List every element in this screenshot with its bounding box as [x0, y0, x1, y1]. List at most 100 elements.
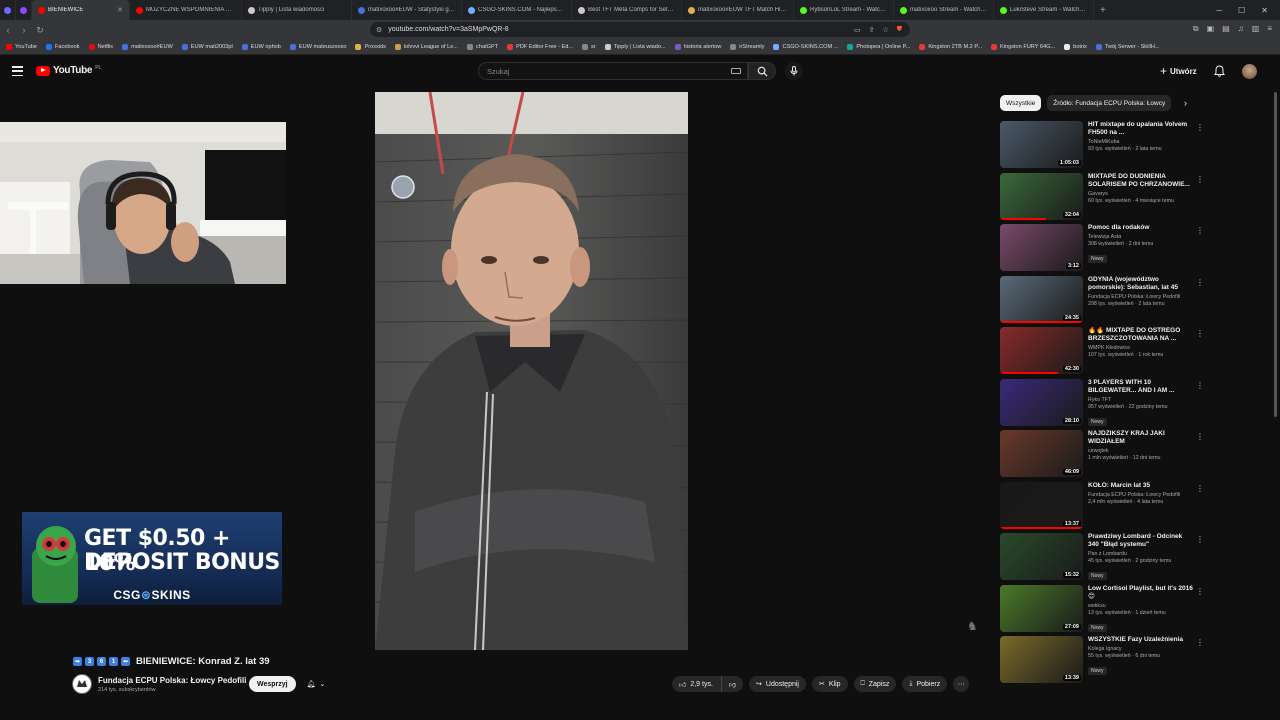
save-button[interactable]: ⎕ Zapisz [853, 676, 897, 692]
close-window-icon[interactable]: ✕ [1261, 6, 1268, 15]
forward-icon[interactable]: › [16, 25, 32, 35]
related-video-item[interactable]: 3:12 Pomoc dla rodaków Telewizja Asta 308 w… [1000, 224, 1205, 274]
related-video-item[interactable]: 13:37 KOŁO: Marcin lat 35 Fundacja ECPU Po… [1000, 481, 1205, 532]
video-channel[interactable]: Telewizja Asta [1088, 234, 1194, 240]
video-thumbnail[interactable]: 42:30 [1000, 327, 1083, 374]
bookmark-item[interactable]: Photopea | Online P... [847, 44, 910, 50]
filter-chip[interactable]: Źródło: Fundacja ECPU Polska: Łowcy [1047, 95, 1172, 111]
dislike-button[interactable]: 👎︎ [720, 676, 744, 692]
music-icon[interactable]: ♫ [1238, 24, 1244, 34]
bookmark-item[interactable]: EUW ophob [241, 44, 281, 50]
new-tab-button[interactable]: + [1094, 5, 1112, 16]
browser-tab[interactable] [16, 0, 32, 20]
clip-button[interactable]: ✂ Klip [811, 676, 848, 692]
browser-tab[interactable]: matixoxoo#EUW - Statystyki gra... [352, 0, 462, 20]
layout-icon[interactable]: ▥ [1252, 24, 1260, 34]
video-channel[interactable]: cewojtek [1088, 448, 1194, 454]
account-avatar[interactable] [1242, 64, 1257, 79]
browser-tab[interactable]: CSGO-SKINS.COM - Najlepsze Si... [462, 0, 572, 20]
video-channel[interactable]: Gavarys [1088, 191, 1194, 197]
related-video-item[interactable]: 24:35 GDYNIA (województwo pomorskie): Seb… [1000, 275, 1205, 326]
video-thumbnail[interactable]: 1:05:03 [1000, 121, 1083, 168]
share-button[interactable]: ↪ Udostępnij [749, 676, 806, 692]
browser-tab[interactable]: RybsonLoL Stream - Watch Live... [794, 0, 894, 20]
bookmark-item[interactable]: Twój Serwer - SkillH... [1095, 44, 1160, 50]
chevron-right-icon[interactable]: › [1184, 98, 1187, 108]
video-title[interactable]: Prawdziwy Lombard - Odcinek 340 "Błąd sy… [1088, 533, 1194, 549]
video-title[interactable]: GDYNIA (województwo pomorskie): Sebastia… [1088, 276, 1194, 292]
more-vertical-icon[interactable]: ⋮ [1196, 175, 1204, 184]
video-channel[interactable]: Kolega Ignacy [1088, 646, 1194, 652]
voice-search-button[interactable] [785, 62, 803, 80]
video-title[interactable]: HIT mixtape do upalania Volvem FH500 na … [1088, 121, 1194, 137]
bookmark-item[interactable]: Proxxids [355, 44, 386, 50]
video-title[interactable]: 🔥🔥 MIXTAPE DO OSTREGO BRZESZCZOTOWANIA N… [1088, 327, 1194, 343]
browser-tab[interactable]: MUZYCZNE WSPOMNIENIA KL... [130, 0, 242, 20]
video-title[interactable]: MIXTAPE DO DUDNIENIA SOLARISEM PO CHRZAN… [1088, 173, 1194, 189]
more-vertical-icon[interactable]: ⋮ [1196, 638, 1204, 647]
site-info-icon[interactable]: ⚙ [376, 26, 382, 34]
back-icon[interactable]: ‹ [0, 25, 16, 35]
video-title[interactable]: WSZYSTKIE Fazy Uzależnienia [1088, 636, 1194, 644]
video-thumbnail[interactable]: 24:35 [1000, 275, 1083, 323]
more-vertical-icon[interactable]: ⋮ [1196, 381, 1204, 390]
bookmark-item[interactable]: Facebook [45, 44, 80, 50]
maximize-icon[interactable]: ☐ [1238, 6, 1245, 15]
video-channel[interactable]: ToNieMiKuba [1088, 139, 1194, 145]
filter-chip[interactable]: Wszystkie [1000, 95, 1042, 111]
related-video-item[interactable]: 32:04 MIXTAPE DO DUDNIENIA SOLARISEM PO C… [1000, 172, 1205, 223]
more-actions-button[interactable]: ⋯ [953, 676, 970, 692]
video-thumbnail[interactable]: 13:39 [1000, 636, 1083, 683]
more-vertical-icon[interactable]: ⋮ [1196, 484, 1204, 493]
browser-tab[interactable]: matixoxoo#EUW TFT Match Hist... [682, 0, 794, 20]
video-channel[interactable]: Pan z Lombardu [1088, 551, 1194, 557]
video-thumbnail[interactable]: 32:04 [1000, 172, 1083, 220]
browser-tab[interactable]: Best TFT Meta Comps for Set 14 [572, 0, 682, 20]
video-thumbnail[interactable]: 27:09 [1000, 584, 1083, 632]
download-button[interactable]: ⤓ Pobierz [902, 676, 948, 692]
browser-tab[interactable]: BIENIEWICE ✕ [32, 0, 130, 20]
channel-name[interactable]: Fundacja ECPU Polska: Łowcy Pedofili [98, 676, 246, 685]
video-title[interactable]: Pomoc dla rodaków [1088, 224, 1194, 232]
reload-icon[interactable]: ↻ [32, 25, 48, 36]
related-video-item[interactable]: 42:30 🔥🔥 MIXTAPE DO OSTREGO BRZESZCZOTOWA… [1000, 327, 1205, 377]
bookmark-item[interactable]: botrix [1064, 44, 1087, 50]
csgo-skins-ad[interactable]: GET $0.50 + 10% DEPOSIT BONUS CSG⊛SKINS [22, 512, 282, 605]
related-video-item[interactable]: 15:32 Prawdziwy Lombard - Odcinek 340 "Bł… [1000, 533, 1205, 583]
related-video-item[interactable]: 46:09 NAJDZIKSZY KRAJ JAKI WIDZIAŁEM cewoj… [1000, 430, 1205, 480]
bookmark-item[interactable]: EUW mateuszxoxo [289, 44, 346, 50]
create-button[interactable]: + Utwórz [1160, 64, 1197, 78]
bookmark-item[interactable]: historia alertow [674, 44, 721, 50]
browser-tab[interactable]: Tipply | Lista wiadomości [242, 0, 352, 20]
video-thumbnail[interactable]: 3:12 [1000, 224, 1083, 271]
keyboard-icon[interactable] [731, 68, 741, 74]
cast-icon[interactable]: ▭ [854, 26, 861, 34]
bookmark-item[interactable]: chatGPT [467, 44, 498, 50]
url-field[interactable]: ⚙ youtube.com/watch?v=3aSMpPwQR-8 ▭ ⇪ ☆ … [370, 22, 910, 37]
bookmark-item[interactable]: Kingston FURY 64G... [991, 44, 1055, 50]
video-channel[interactable]: Ryko TFT [1088, 397, 1194, 403]
related-video-item[interactable]: 28:10 3 PLAYERS WITH 10 BILGEWATER... AND… [1000, 378, 1205, 429]
bookmark-item[interactable]: EUW mati2003pl [181, 44, 233, 50]
search-input[interactable]: Szukaj [478, 62, 748, 80]
video-title[interactable]: Low Cortisol Playlist, but it's 2016 😊 [1088, 585, 1194, 601]
video-thumbnail[interactable]: 13:37 [1000, 481, 1083, 529]
video-title[interactable]: KOŁO: Marcin lat 35 [1088, 482, 1194, 490]
youtube-logo[interactable]: YouTube PL [36, 65, 101, 76]
support-button[interactable]: Wesprzyj [249, 676, 296, 692]
like-button[interactable]: 👍︎ 2,9 tys. [672, 676, 721, 692]
more-vertical-icon[interactable]: ⋮ [1196, 278, 1204, 287]
bookmark-item[interactable]: Tipply | Lista wiado... [604, 44, 666, 50]
wallet-icon[interactable]: ▣ [1207, 24, 1215, 34]
subscription-bell-button[interactable]: 🔔︎ ⌄ [302, 676, 330, 692]
page-scrollbar[interactable] [1274, 92, 1277, 417]
video-channel[interactable]: WMPK Kłodowice [1088, 345, 1194, 351]
hamburger-menu-icon[interactable] [12, 66, 23, 76]
related-video-item[interactable]: 27:09 Low Cortisol Playlist, but it's 201… [1000, 584, 1205, 635]
video-thumbnail[interactable]: 15:32 [1000, 533, 1083, 580]
video-player[interactable] [375, 92, 688, 650]
video-thumbnail[interactable]: 28:10 [1000, 378, 1083, 426]
more-vertical-icon[interactable]: ⋮ [1196, 432, 1204, 441]
sidebar-icon[interactable]: ▤ [1222, 24, 1230, 34]
video-channel[interactable]: Fundacja ECPU Polska: Łowcy Pedofili [1088, 294, 1194, 300]
